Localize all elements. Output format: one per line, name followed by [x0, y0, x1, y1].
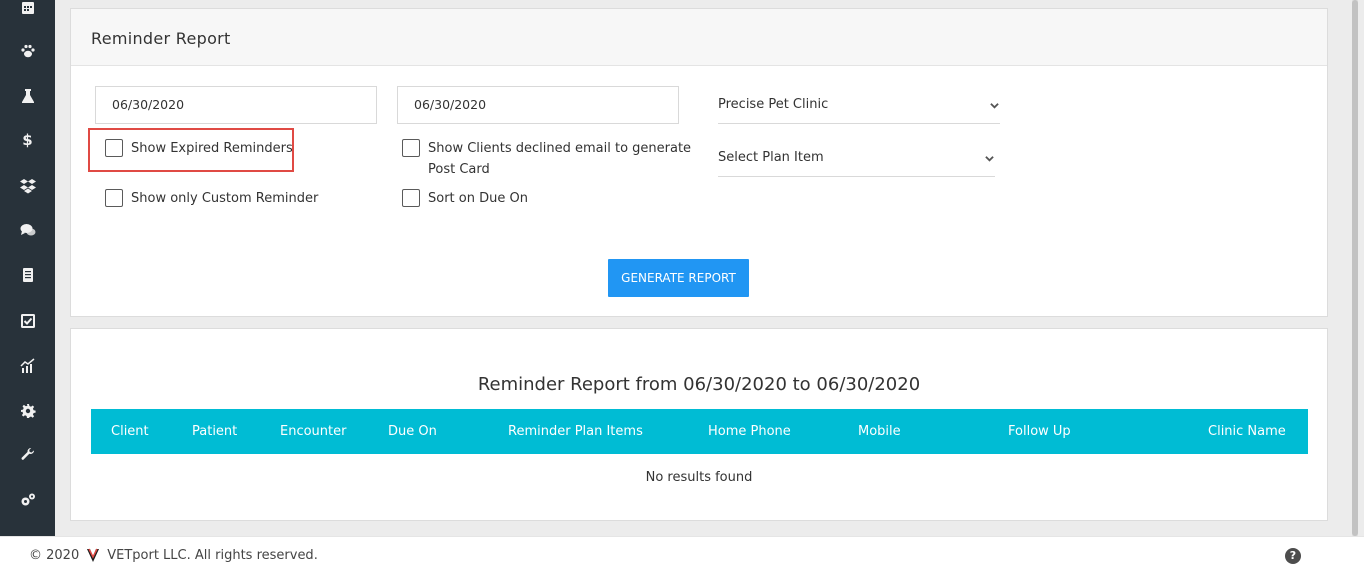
boxes-icon[interactable] [0, 172, 55, 200]
results-title: Reminder Report from 06/30/2020 to 06/30… [477, 374, 921, 395]
highlight-box [88, 128, 294, 172]
panel-title: Reminder Report [71, 9, 1327, 66]
flask-icon[interactable] [0, 82, 55, 110]
col-mobile[interactable]: Mobile [858, 409, 901, 454]
dollar-icon[interactable]: $ [0, 126, 55, 154]
sort-due-checkbox[interactable]: Sort on Due On [402, 188, 528, 209]
footer-text: © 2020 VETport LLC. All rights reserved. [29, 547, 318, 563]
checkbox-box[interactable] [402, 189, 420, 207]
chart-icon[interactable] [0, 352, 55, 380]
col-due-on[interactable]: Due On [388, 409, 437, 454]
col-clinic-name[interactable]: Clinic Name [1208, 409, 1286, 454]
show-custom-label: Show only Custom Reminder [131, 191, 319, 206]
sort-due-label: Sort on Due On [428, 191, 528, 206]
results-table-header: Client Patient Encounter Due On Reminder… [91, 409, 1308, 454]
col-home-phone[interactable]: Home Phone [708, 409, 791, 454]
plan-item-select-value: Select Plan Item [718, 150, 824, 165]
chevron-down-icon [983, 139, 995, 177]
clinic-select-value: Precise Pet Clinic [718, 97, 829, 112]
clinic-select[interactable]: Precise Pet Clinic [718, 86, 1000, 124]
footer: © 2020 VETport LLC. All rights reserved.… [0, 536, 1364, 573]
col-reminder-plan-items[interactable]: Reminder Plan Items [508, 409, 643, 454]
scrollbar-thumb[interactable] [1352, 0, 1358, 536]
vetport-logo-icon [87, 548, 100, 562]
show-declined-checkbox[interactable]: Show Clients declined email to generate … [402, 138, 692, 180]
col-patient[interactable]: Patient [192, 409, 237, 454]
calendar-icon[interactable] [0, 0, 55, 21]
gears-icon[interactable] [0, 486, 55, 514]
chevron-down-icon [988, 86, 1000, 124]
col-client[interactable]: Client [111, 409, 149, 454]
checkbox-box[interactable] [105, 189, 123, 207]
show-custom-checkbox[interactable]: Show only Custom Reminder [105, 188, 318, 209]
sidebar: $ [0, 0, 55, 536]
chat-icon[interactable] [0, 216, 55, 244]
checkbox-icon[interactable] [0, 307, 55, 335]
col-encounter[interactable]: Encounter [280, 409, 346, 454]
plan-item-select[interactable]: Select Plan Item [718, 139, 995, 177]
checkbox-box[interactable] [402, 139, 420, 157]
show-declined-label: Show Clients declined email to generate … [428, 141, 692, 177]
help-icon[interactable]: ? [1285, 548, 1301, 564]
results-panel: Reminder Report from 06/30/2020 to 06/30… [70, 328, 1328, 521]
from-date-input[interactable]: 06/30/2020 [95, 86, 377, 124]
company-text: VETport LLC. All rights reserved. [107, 547, 318, 563]
wrench-icon[interactable] [0, 441, 55, 469]
to-date-input[interactable]: 06/30/2020 [397, 86, 679, 124]
paw-icon[interactable] [0, 37, 55, 65]
no-results-message: No results found [645, 470, 753, 485]
copyright-year: © 2020 [29, 547, 80, 563]
ledger-icon[interactable] [0, 261, 55, 289]
col-follow-up[interactable]: Follow Up [1008, 409, 1071, 454]
generate-report-button[interactable]: GENERATE REPORT [608, 259, 749, 297]
scrollbar[interactable] [1352, 0, 1358, 536]
gear-icon[interactable] [0, 397, 55, 425]
